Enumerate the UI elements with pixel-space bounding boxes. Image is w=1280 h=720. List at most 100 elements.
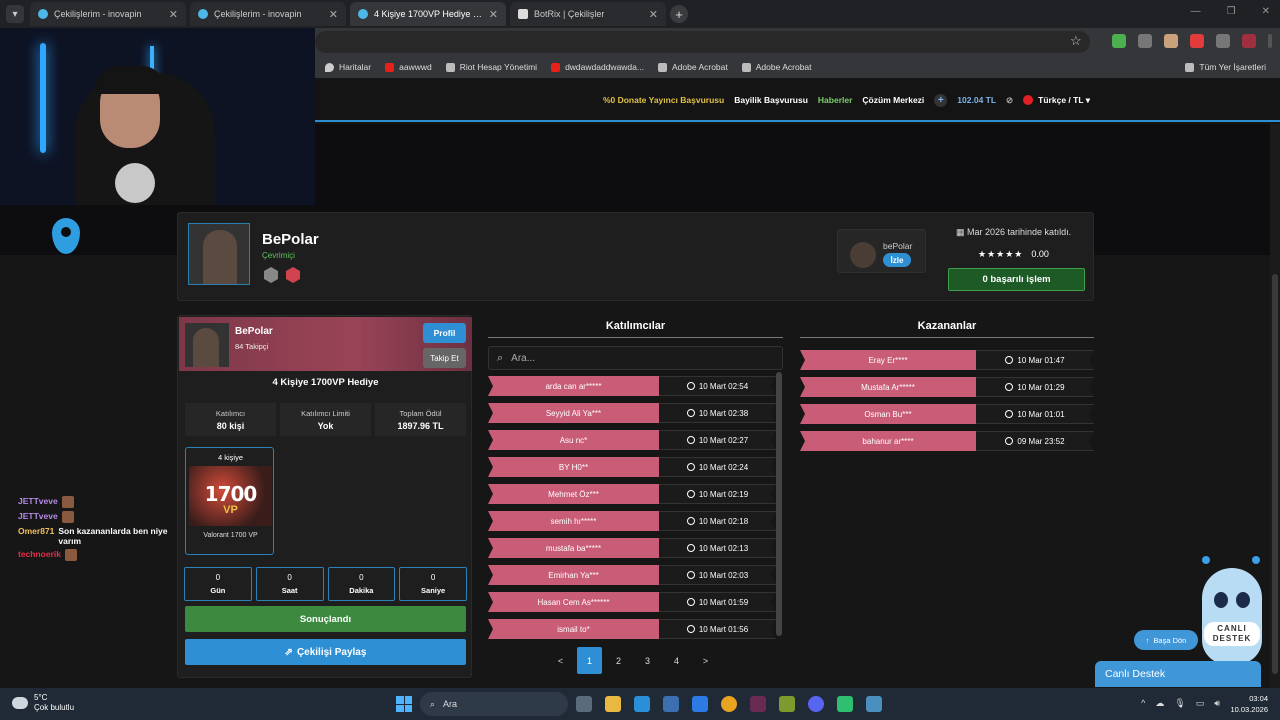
app-icon[interactable] [866,696,882,712]
list-scrollbar[interactable] [776,372,782,636]
page-prev[interactable]: < [548,647,573,674]
new-tab-button[interactable]: + [670,5,688,23]
close-icon[interactable]: ✕ [169,8,178,21]
outlook-icon[interactable] [692,696,708,712]
list-item: Mustafa Ar***** 10 Mar 01:29 [800,377,1094,397]
close-icon[interactable]: ✕ [489,8,498,21]
bookmark-item[interactable]: Adobe Acrobat [657,62,728,72]
puzzle-icon[interactable] [1216,34,1230,48]
clock-icon [687,409,695,417]
participant-search[interactable]: ⌕ [488,346,783,370]
countdown-seconds: 0 Saniye [399,567,467,601]
browser-tab[interactable]: Çekilişlerim - inovapin ✕ [30,2,186,26]
nav-news-link[interactable]: Haberler [818,95,853,105]
browser-tab[interactable]: BotRix | Çekilişler ✕ [510,2,666,26]
app-icon[interactable] [779,696,795,712]
browser-tab[interactable]: Çekilişlerim - inovapin ✕ [190,2,346,26]
entry-name: Hasan Cem As****** [488,592,659,612]
chat-username[interactable]: JETTveve [18,496,58,506]
eye-off-icon[interactable]: ⊘ [1006,95,1013,106]
page-4[interactable]: 4 [664,647,689,674]
profile-icon[interactable] [1242,34,1256,48]
page-next[interactable]: > [693,647,718,674]
live-support-button[interactable]: Canlı Destek [1095,661,1261,687]
add-balance-button[interactable]: + [934,93,948,107]
bookmark-star-icon[interactable]: ☆ [1070,33,1082,49]
onedrive-icon[interactable]: ☁ [1155,698,1164,709]
bookmark-item[interactable]: Haritalar [325,62,371,72]
chat-username[interactable]: Omer871 [18,526,54,536]
discord-icon[interactable] [808,696,824,712]
chat-username[interactable]: JETTveve [18,511,58,521]
bookmark-item[interactable]: Riot Hesap Yönetimi [445,62,537,72]
app-icon[interactable] [837,696,853,712]
balance-display[interactable]: 102.04 TL [957,95,996,105]
profile-button[interactable]: Profil [423,323,466,343]
weather-widget[interactable]: 5°C Çok bulutlu [12,693,74,713]
browser-tab-active[interactable]: 4 Kişiye 1700VP Hediye - inova ✕ [350,2,506,26]
search-input[interactable] [511,352,752,364]
bookmark-item[interactable]: Adobe Acrobat [741,62,812,72]
minimize-icon[interactable]: — [1191,6,1201,17]
task-view-icon[interactable] [576,696,592,712]
share-giveaway-button[interactable]: ⇗ Çekilişi Paylaş [185,639,466,665]
all-bookmarks[interactable]: Tüm Yer İşaretleri [1185,62,1266,72]
extension-icon[interactable] [1138,34,1152,48]
start-icon[interactable] [396,696,412,712]
page-1[interactable]: 1 [577,647,602,674]
chrome-icon[interactable] [721,696,737,712]
nav-dealer-link[interactable]: Bayilik Başvurusu [734,95,808,105]
page-scrollbar[interactable] [1270,124,1280,720]
list-item: Eray Er**** 10 Mar 01:47 [800,350,1094,370]
bookmark-item[interactable]: aawwwd [385,62,432,72]
giveaway-host-header: BePolar 84 Takipçi Profil Takip Et [179,317,472,371]
streamer-hair [95,66,165,94]
chevron-up-icon[interactable]: ^ [1141,698,1145,709]
monitor-icon[interactable]: ▭ [1196,698,1205,709]
follow-button[interactable]: Takip Et [423,348,466,368]
chat-username[interactable]: technoerik [18,549,61,559]
extension-icon[interactable] [1190,34,1204,48]
countdown: 0 Gün 0 Saat 0 Dakika 0 Saniye [184,567,467,601]
entry-name: mustafa ba***** [488,538,659,558]
back-to-top-button[interactable]: ↑ Başa Dön [1134,630,1198,650]
edge-icon[interactable] [634,696,650,712]
watch-button[interactable]: İzle [883,253,911,267]
success-count-button[interactable]: 0 başarılı işlem [948,268,1085,291]
result-button[interactable]: Sonuçlandı [185,606,466,632]
clock[interactable]: 03:04 10.03.2026 [1230,693,1268,715]
taskbar-search[interactable]: ⌕ Ara [420,692,568,716]
tab-search-icon[interactable]: ▾ [6,5,24,23]
scrollbar-thumb[interactable] [1272,274,1278,674]
list-item: BY H0** 10 Mart 02:24 [488,457,776,477]
profile-card: BePolar Çevrimiçi bePolar İzle ▦ Mar 202… [177,212,1094,301]
clock-icon [1005,356,1013,364]
close-icon[interactable]: ✕ [649,8,658,21]
volume-icon[interactable]: 🔊︎ [1214,698,1220,709]
page-2[interactable]: 2 [606,647,631,674]
maximize-icon[interactable]: ❐ [1227,6,1236,17]
youtube-icon [385,62,395,72]
close-icon[interactable]: ✕ [329,8,338,21]
temperature: 5°C [34,693,48,702]
extension-icon[interactable] [1164,34,1178,48]
file-explorer-icon[interactable] [605,696,621,712]
bookmark-item[interactable]: dwdawdaddwawda... [551,62,644,72]
nav-donate-link[interactable]: %0 Donate Yayıncı Başvurusu [603,95,724,105]
page-3[interactable]: 3 [635,647,660,674]
entry-time: 10 Mart 02:54 [659,376,776,396]
mascot-eye [1236,592,1250,608]
prize-card[interactable]: 4 kişiye 1700 VP Valorant 1700 VP [185,447,274,555]
inovapin-favicon-icon [358,9,368,19]
language-selector[interactable]: Türkçe / TL ▾ [1023,95,1090,106]
store-icon[interactable] [663,696,679,712]
close-window-icon[interactable]: ✕ [1262,6,1270,17]
folder-icon [1185,62,1195,72]
extension-icon[interactable] [1112,34,1126,48]
address-bar[interactable] [315,31,1090,53]
support-mascot[interactable]: CANLI DESTEK [1198,556,1266,668]
nav-support-link[interactable]: Çözüm Merkezi [862,95,924,105]
vegas-icon[interactable] [750,696,766,712]
menu-dots-icon[interactable] [1268,34,1272,48]
mic-icon[interactable]: 🎙︎ [1174,698,1185,709]
